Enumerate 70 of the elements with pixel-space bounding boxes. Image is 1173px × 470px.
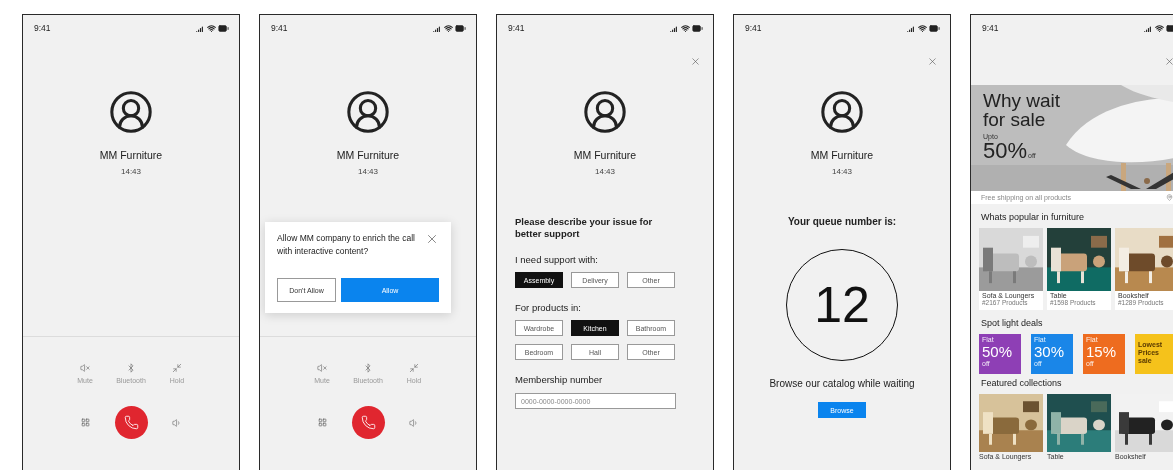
status-time: 9:41 (34, 23, 51, 33)
muted-speaker-icon (80, 363, 90, 373)
arrows-inward-icon (409, 363, 419, 373)
section-title: Whats popular in furniture (981, 212, 1086, 222)
call-duration: 14:43 (595, 167, 615, 176)
deal-percent: 50% (982, 343, 1014, 360)
caller-name: MM Furniture (810, 149, 874, 161)
group-label: For products in: (515, 302, 582, 313)
call-duration: 14:43 (121, 167, 141, 176)
section-title: Featured collections (981, 378, 1063, 388)
status-time: 9:41 (745, 23, 762, 33)
battery-icon (218, 22, 229, 34)
avatar-icon (582, 89, 628, 135)
wifi-icon (918, 23, 927, 33)
location-pin-icon (1166, 194, 1173, 201)
caller-name: MM Furniture (99, 149, 163, 161)
grid-icon (80, 418, 90, 427)
muted-speaker-icon (317, 363, 327, 373)
end-call-button[interactable] (114, 406, 148, 439)
avatar-icon (108, 89, 154, 135)
wifi-icon (444, 23, 453, 33)
arrows-inward-icon (172, 363, 182, 373)
signal-icon (907, 23, 916, 33)
section-title: Spot light deals (981, 318, 1044, 328)
hero-headline: Why wait for sale (983, 91, 1062, 129)
queue-number: 12 (814, 276, 870, 334)
phone-icon (360, 415, 376, 430)
signal-icon (433, 23, 442, 33)
caller-name: MM Furniture (336, 149, 400, 161)
speaker-button[interactable] (172, 417, 182, 428)
end-call-button[interactable] (351, 406, 385, 439)
battery-icon (929, 22, 940, 34)
avatar-icon (345, 89, 391, 135)
grid-icon (317, 418, 327, 427)
battery-icon (455, 22, 466, 34)
group-label: I need support with: (515, 254, 599, 265)
battery-icon (692, 22, 703, 34)
avatar-icon (819, 89, 865, 135)
bluetooth-icon (363, 363, 373, 373)
queue-prompt: Your queue number is: (787, 216, 897, 227)
call-duration: 14:43 (358, 167, 378, 176)
wifi-icon (207, 23, 216, 33)
wifi-icon (681, 23, 690, 33)
call-duration: 14:43 (832, 167, 852, 176)
speaker-icon (409, 417, 419, 428)
status-time: 9:41 (271, 23, 288, 33)
wifi-icon (1155, 23, 1164, 33)
speaker-button[interactable] (409, 417, 419, 428)
caller-name: MM Furniture (573, 149, 637, 161)
browse-hint: Browse our catalog while waiting (769, 378, 915, 389)
signal-icon (196, 23, 205, 33)
signal-icon (1144, 23, 1153, 33)
keypad-button[interactable] (80, 418, 90, 427)
speaker-icon (172, 417, 182, 428)
hero-discount: 50% (983, 140, 1028, 162)
deal-percent: 30% (1034, 343, 1066, 360)
phone-icon (123, 415, 139, 430)
signal-icon (670, 23, 679, 33)
deal-percent: 15% (1086, 343, 1118, 360)
status-time: 9:41 (982, 23, 999, 33)
bluetooth-icon (126, 363, 136, 373)
status-time: 9:41 (508, 23, 525, 33)
dialog-message: Allow MM company to enrich the call with interactive content? (277, 232, 416, 258)
close-button[interactable] (927, 55, 938, 67)
close-button[interactable] (690, 55, 701, 67)
keypad-button[interactable] (317, 418, 327, 427)
close-button[interactable] (425, 232, 439, 246)
close-button[interactable] (1164, 55, 1173, 67)
field-label: Membership number (515, 374, 604, 385)
form-title: Please describe your issue for better support (515, 216, 654, 240)
